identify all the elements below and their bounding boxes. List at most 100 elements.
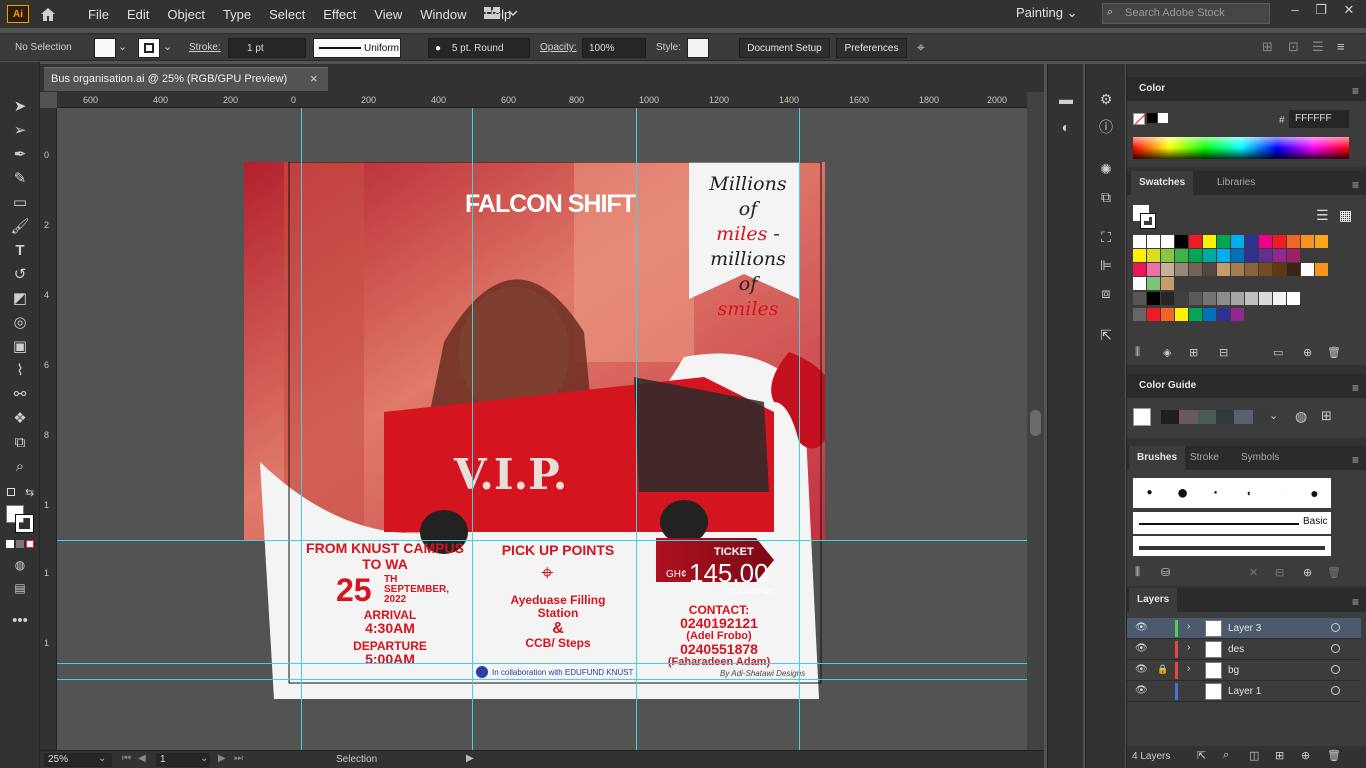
swatch[interactable]: [1133, 277, 1146, 290]
type-tool-icon[interactable]: T: [9, 240, 31, 262]
brushes-tab[interactable]: Brushes: [1129, 446, 1186, 470]
brush-libraries-icon[interactable]: ⫼: [1135, 566, 1140, 579]
swatch[interactable]: [1175, 292, 1188, 305]
swatch[interactable]: [1161, 249, 1174, 262]
swatch-options-icon[interactable]: ⊞: [1189, 346, 1198, 359]
last-artboard-icon[interactable]: ⏭: [234, 753, 243, 764]
swatch[interactable]: [1161, 263, 1174, 276]
swatch[interactable]: [1175, 263, 1188, 276]
none-color-icon[interactable]: [1133, 113, 1147, 126]
swatch[interactable]: [1217, 235, 1230, 248]
layers-tab[interactable]: Layers: [1129, 588, 1178, 612]
guide-vertical[interactable]: [799, 108, 800, 750]
swatch[interactable]: [1147, 308, 1160, 321]
chevron-down-icon[interactable]: ⌄: [200, 753, 208, 764]
pathfinder-panel-icon[interactable]: ⧈: [1095, 282, 1117, 304]
swatch[interactable]: [1161, 292, 1174, 305]
new-swatch-icon[interactable]: ⊕: [1303, 346, 1312, 359]
swatch[interactable]: [1161, 277, 1174, 290]
minimize-button[interactable]: –: [1284, 2, 1306, 20]
menu-select[interactable]: Select: [260, 7, 314, 22]
swatch[interactable]: [1273, 249, 1286, 262]
locate-object-icon[interactable]: ⌕: [1223, 749, 1229, 762]
menu-edit[interactable]: Edit: [118, 7, 158, 22]
hex-input[interactable]: FFFFFF: [1289, 110, 1349, 128]
variable-width-profile[interactable]: Uniform: [313, 38, 401, 58]
swatch[interactable]: [1189, 249, 1202, 262]
swatch[interactable]: [1259, 249, 1272, 262]
eraser-tool-icon[interactable]: ◩: [9, 288, 31, 310]
harmony-swatches[interactable]: [1161, 410, 1271, 424]
swatch[interactable]: [1245, 249, 1258, 262]
arrange-documents-icon[interactable]: [483, 6, 519, 20]
chevron-down-icon[interactable]: ⌄: [1269, 409, 1278, 422]
visibility-eye-icon[interactable]: 👁: [1135, 685, 1148, 696]
black-swatch[interactable]: [1147, 113, 1157, 123]
brush-options-icon[interactable]: ⊟: [1275, 566, 1284, 579]
opacity-field[interactable]: 100%: [582, 38, 646, 58]
new-layer-icon[interactable]: ⊕: [1301, 749, 1310, 762]
new-color-group-icon[interactable]: ⊟: [1219, 346, 1228, 359]
base-color-swatch[interactable]: [1133, 408, 1151, 426]
basic-brush[interactable]: Basic: [1133, 512, 1331, 534]
restore-button[interactable]: ❐: [1310, 2, 1332, 20]
menu-effect[interactable]: Effect: [314, 7, 365, 22]
info-panel-icon[interactable]: ⓘ: [1095, 116, 1117, 138]
new-sublayer-icon[interactable]: ⊞: [1275, 749, 1284, 762]
layer-row[interactable]: 👁 🔒 › bg: [1127, 660, 1361, 681]
menu-window[interactable]: Window: [411, 7, 475, 22]
swatch[interactable]: [1259, 292, 1272, 305]
swatch[interactable]: [1287, 292, 1300, 305]
preferences-button[interactable]: Preferences: [836, 38, 907, 58]
swatch[interactable]: [1273, 292, 1286, 305]
swatch[interactable]: [1147, 249, 1160, 262]
delete-brush-icon[interactable]: 🗑: [1327, 566, 1341, 579]
swatch[interactable]: [1245, 263, 1258, 276]
first-artboard-icon[interactable]: ⏮: [122, 753, 131, 764]
collect-export-icon[interactable]: ⇱: [1197, 749, 1206, 762]
swatch[interactable]: [1287, 235, 1300, 248]
libraries-tab[interactable]: Libraries: [1209, 171, 1263, 195]
chevron-down-icon[interactable]: ⌄: [118, 40, 127, 53]
more-tools-icon[interactable]: •••: [9, 610, 31, 632]
swatch[interactable]: [1203, 292, 1216, 305]
swatch[interactable]: [1259, 263, 1272, 276]
isolate-icon[interactable]: ⊡: [1288, 39, 1299, 55]
guide-vertical[interactable]: [636, 108, 637, 750]
links-panel-icon[interactable]: ⧉: [1095, 186, 1117, 208]
document-setup-button[interactable]: Document Setup: [739, 38, 830, 58]
graphic-styles-icon[interactable]: ✺: [1095, 158, 1117, 180]
swatch[interactable]: [1133, 308, 1146, 321]
panel-menu-icon[interactable]: ≡: [1352, 453, 1359, 467]
close-window-button[interactable]: ✕: [1338, 2, 1360, 20]
default-colors-icon[interactable]: [7, 488, 15, 496]
style-swatch[interactable]: [687, 38, 709, 58]
menu-view[interactable]: View: [365, 7, 411, 22]
swatch[interactable]: [1273, 235, 1286, 248]
swatch[interactable]: [1203, 249, 1216, 262]
panel-menu-icon[interactable]: ≡: [1352, 381, 1359, 395]
rotate-tool-icon[interactable]: ↺: [9, 264, 31, 286]
canvas[interactable]: FALCON SHIFT Millions of miles - million…: [57, 108, 1027, 750]
swatch[interactable]: [1203, 308, 1216, 321]
target-circle-icon[interactable]: [1331, 644, 1340, 653]
color-mode-buttons[interactable]: [6, 540, 34, 548]
vertical-scrollbar[interactable]: [1027, 92, 1044, 750]
menu-type[interactable]: Type: [214, 7, 260, 22]
swatch[interactable]: [1147, 235, 1160, 248]
trash-icon[interactable]: 🗑: [1327, 346, 1341, 359]
status-arrow-icon[interactable]: ▶: [466, 753, 474, 764]
menu-object[interactable]: Object: [158, 7, 214, 22]
swatch[interactable]: [1231, 249, 1244, 262]
scroll-thumb[interactable]: [1030, 410, 1041, 436]
symbol-sprayer-tool-icon[interactable]: ❖: [9, 408, 31, 430]
swatch[interactable]: [1231, 235, 1244, 248]
swatch[interactable]: [1133, 235, 1146, 248]
target-circle-icon[interactable]: [1331, 665, 1340, 674]
draw-mode-icon[interactable]: ◍: [9, 554, 31, 576]
swatch[interactable]: [1231, 292, 1244, 305]
fill-swatch[interactable]: [94, 38, 116, 58]
delete-layer-icon[interactable]: 🗑: [1327, 749, 1341, 762]
swatch[interactable]: [1217, 263, 1230, 276]
workspace-switcher[interactable]: Painting ⌄: [1016, 5, 1078, 21]
